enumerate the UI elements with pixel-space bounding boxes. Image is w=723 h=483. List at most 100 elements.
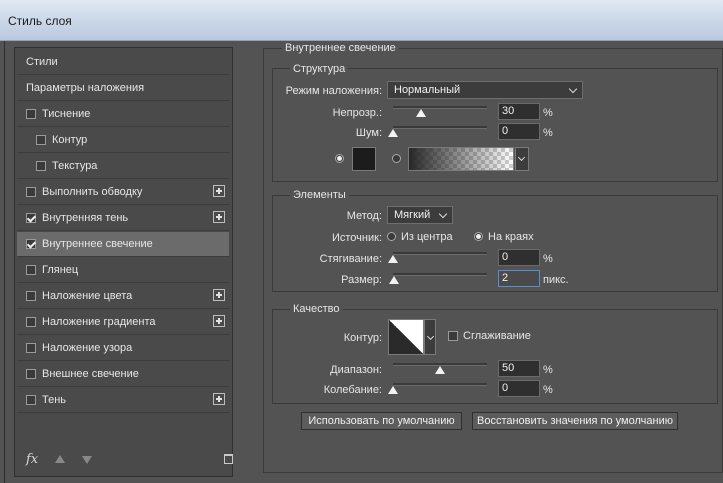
style-checkbox[interactable] (26, 239, 36, 249)
noise-slider-track[interactable] (393, 126, 487, 129)
style-item-label: Внутреннее свечение (42, 238, 153, 250)
choke-input[interactable]: 0 (498, 249, 540, 266)
blend-mode-select[interactable]: Нормальный (387, 81, 583, 99)
style-item-label: Наложение узора (42, 342, 133, 354)
elements-title: Элементы (290, 189, 349, 201)
style-item[interactable]: Параметры наложения (17, 76, 229, 101)
style-item-label: Параметры наложения (26, 82, 145, 94)
style-checkbox[interactable] (26, 109, 36, 119)
source-edge-label[interactable]: На краях (488, 231, 534, 243)
style-item-label: Текстура (52, 160, 98, 172)
style-item[interactable]: Тиснение (17, 102, 229, 127)
opacity-input[interactable]: 30 (498, 103, 540, 120)
source-edge-radio[interactable] (474, 232, 483, 241)
solid-color-radio[interactable] (335, 154, 344, 163)
jitter-slider-thumb[interactable] (388, 386, 398, 394)
style-item[interactable]: Текстура (17, 154, 229, 179)
style-item-label: Выполнить обводку (42, 186, 143, 198)
noise-input[interactable]: 0 (498, 123, 540, 140)
choke-slider-thumb[interactable] (388, 255, 398, 263)
reset-default-button[interactable]: Восстановить значения по умолчанию (472, 412, 678, 430)
style-item[interactable]: Внутренняя тень (17, 206, 229, 231)
size-unit: пикс. (543, 274, 569, 286)
add-icon[interactable] (213, 185, 225, 197)
style-item[interactable]: Глянец (17, 258, 229, 283)
style-checkbox[interactable] (26, 265, 36, 275)
style-checkbox[interactable] (26, 317, 36, 327)
style-checkbox[interactable] (26, 213, 36, 223)
style-item[interactable]: Внешнее свечение (17, 362, 229, 387)
range-slider-thumb[interactable] (435, 366, 445, 374)
style-item-label: Тиснение (42, 108, 91, 120)
source-center-radio[interactable] (387, 232, 396, 241)
window-title: Стиль слоя (8, 14, 72, 28)
opacity-slider-track[interactable] (393, 106, 487, 109)
contour-label: Контур: (343, 332, 382, 344)
style-item[interactable]: Наложение цвета (17, 284, 229, 309)
antialias-checkbox[interactable] (448, 331, 458, 341)
jitter-input[interactable]: 0 (498, 380, 540, 397)
move-up-icon[interactable] (55, 455, 65, 463)
style-item-label: Наложение цвета (42, 290, 133, 302)
size-slider-thumb[interactable] (388, 276, 399, 284)
style-item[interactable]: Стили (17, 50, 229, 75)
add-icon[interactable] (213, 393, 225, 405)
chevron-down-icon (438, 209, 448, 219)
range-input[interactable]: 50 (498, 360, 540, 377)
antialias-label[interactable]: Сглаживание (463, 330, 531, 342)
method-label: Метод: (346, 210, 382, 222)
add-icon[interactable] (213, 211, 225, 223)
size-input[interactable]: 2 (498, 270, 540, 287)
source-label: Источник: (331, 232, 382, 244)
style-item-label: Внутренняя тень (42, 212, 129, 224)
jitter-label: Колебание: (323, 384, 382, 396)
source-center-label[interactable]: Из центра (401, 231, 453, 243)
method-select[interactable]: Мягкий (387, 206, 453, 224)
move-down-icon[interactable] (82, 456, 92, 464)
range-unit: % (543, 364, 553, 376)
styles-list: Стили Параметры наложения Тиснение Контур Те… (14, 47, 233, 477)
style-item-label: Внешнее свечение (42, 368, 139, 380)
range-label: Диапазон: (330, 364, 382, 376)
choke-unit: % (543, 253, 553, 265)
gradient-preview[interactable] (408, 147, 514, 171)
contour-dropdown-button[interactable] (424, 319, 436, 355)
add-icon[interactable] (213, 289, 225, 301)
chevron-down-icon (568, 84, 578, 94)
noise-slider-thumb[interactable] (388, 129, 398, 137)
opacity-unit: % (543, 107, 553, 119)
style-checkbox[interactable] (36, 135, 46, 145)
trash-icon[interactable] (224, 454, 233, 464)
make-default-button[interactable]: Использовать по умолчанию (301, 412, 462, 430)
contour-preview[interactable] (388, 319, 424, 355)
style-item[interactable]: Выполнить обводку (17, 180, 229, 205)
jitter-unit: % (543, 384, 553, 396)
style-item[interactable]: Контур (17, 128, 229, 153)
blend-mode-label: Режим наложения: (285, 85, 382, 97)
noise-label: Шум: (355, 127, 382, 139)
style-checkbox[interactable] (26, 343, 36, 353)
structure-title: Структура (290, 63, 349, 75)
style-item[interactable]: Внутреннее свечение (17, 232, 229, 257)
size-label: Размер: (341, 274, 382, 286)
choke-slider-track[interactable] (393, 252, 487, 255)
style-item[interactable]: Тень (17, 388, 229, 413)
style-item-label: Контур (52, 134, 88, 146)
style-checkbox[interactable] (26, 291, 36, 301)
style-item[interactable]: Наложение узора (17, 336, 229, 361)
noise-unit: % (543, 127, 553, 139)
jitter-slider-track[interactable] (393, 383, 487, 386)
gradient-dropdown-button[interactable] (515, 147, 529, 171)
size-slider-track[interactable] (393, 273, 487, 276)
opacity-slider-thumb[interactable] (416, 109, 427, 117)
style-checkbox[interactable] (36, 161, 46, 171)
add-icon[interactable] (213, 315, 225, 327)
choke-label: Стягивание: (319, 253, 382, 265)
style-checkbox[interactable] (26, 369, 36, 379)
style-checkbox[interactable] (26, 395, 36, 405)
glow-color-swatch[interactable] (352, 147, 376, 171)
style-item[interactable]: Наложение градиента (17, 310, 229, 335)
style-checkbox[interactable] (26, 187, 36, 197)
gradient-radio[interactable] (392, 154, 401, 163)
fx-icon[interactable]: fx (26, 452, 38, 467)
